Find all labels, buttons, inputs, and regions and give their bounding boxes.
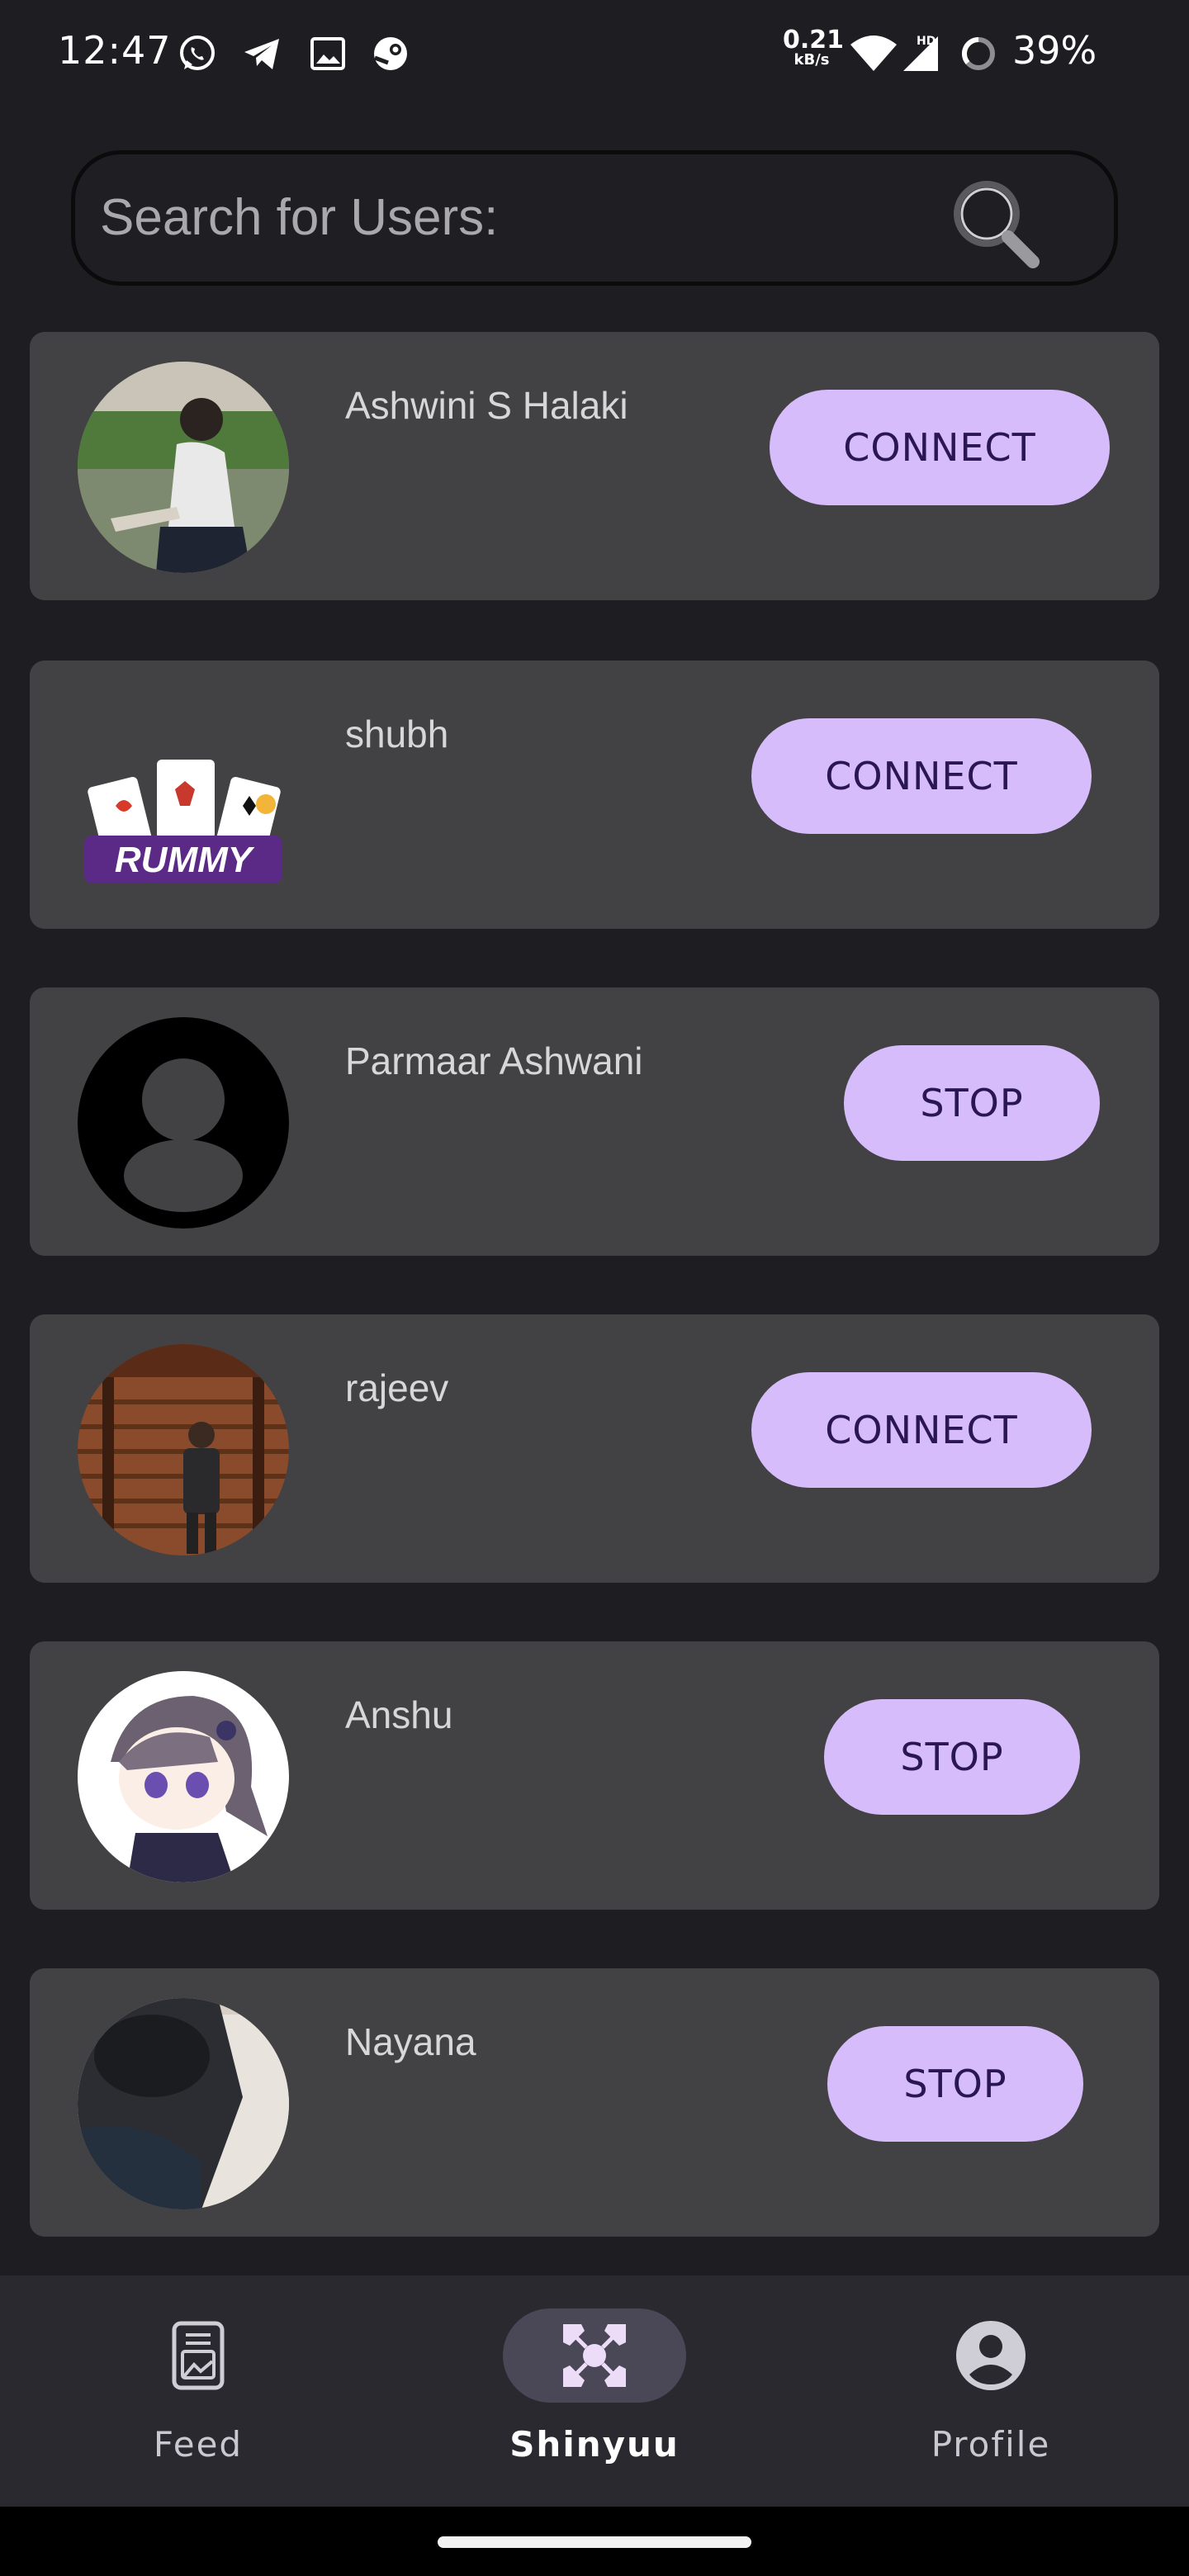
nav-item-profile[interactable]: Profile bbox=[793, 2275, 1189, 2507]
user-card: Nayana STOP bbox=[30, 1968, 1159, 2237]
nav-label-shinyuu: Shinyuu bbox=[509, 2424, 680, 2465]
user-name: Parmaar Ashwani bbox=[345, 1039, 643, 1082]
gallery-icon bbox=[310, 37, 345, 70]
avatar bbox=[78, 1998, 289, 2209]
search-bar[interactable] bbox=[71, 150, 1118, 286]
user-name: shubh bbox=[345, 713, 449, 755]
shinyuu-icon bbox=[563, 2324, 626, 2387]
user-card: Parmaar Ashwani STOP bbox=[30, 987, 1159, 1256]
stop-button[interactable]: STOP bbox=[844, 1045, 1100, 1161]
nav-item-feed[interactable]: Feed bbox=[0, 2275, 396, 2507]
home-gesture-handle[interactable] bbox=[438, 2536, 751, 2548]
steam-icon bbox=[374, 37, 407, 70]
whatsapp-icon bbox=[180, 36, 215, 70]
search-input[interactable] bbox=[100, 184, 926, 250]
battery-saver-icon bbox=[961, 36, 995, 70]
user-name: Nayana bbox=[345, 2020, 476, 2063]
avatar bbox=[78, 1671, 289, 1882]
connect-button[interactable]: CONNECT bbox=[751, 1372, 1092, 1488]
telegram-icon bbox=[244, 39, 279, 69]
nav-label-feed: Feed bbox=[153, 2424, 244, 2465]
avatar bbox=[78, 362, 289, 573]
user-card: Ashwini S Halaki CONNECT bbox=[30, 332, 1159, 600]
bottom-navigation: Feed Shinyuu Profile bbox=[0, 2275, 1189, 2507]
user-name: Anshu bbox=[345, 1693, 453, 1736]
battery-percent: 39% bbox=[1012, 28, 1097, 73]
stop-button[interactable]: STOP bbox=[824, 1699, 1080, 1815]
nav-label-profile: Profile bbox=[931, 2424, 1051, 2465]
avatar bbox=[78, 1344, 289, 1556]
avatar bbox=[78, 1017, 289, 1229]
network-speed: 0.21 kB/s bbox=[783, 26, 845, 69]
search-icon[interactable] bbox=[940, 173, 1048, 272]
avatar: RUMMY bbox=[78, 690, 289, 902]
nav-item-shinyuu[interactable]: Shinyuu bbox=[396, 2275, 793, 2507]
network-hd-label: HD bbox=[917, 35, 936, 48]
gesture-navigation-bar bbox=[0, 2507, 1189, 2576]
feed-icon bbox=[172, 2321, 225, 2390]
svg-text:RUMMY: RUMMY bbox=[115, 840, 255, 880]
connect-button[interactable]: CONNECT bbox=[751, 718, 1092, 834]
signal-icon: HD bbox=[903, 35, 938, 71]
connect-button[interactable]: CONNECT bbox=[770, 390, 1110, 505]
user-card: Anshu STOP bbox=[30, 1641, 1159, 1910]
status-time: 12:47 bbox=[58, 28, 172, 73]
user-name: Ashwini S Halaki bbox=[345, 384, 628, 427]
user-name: rajeev bbox=[345, 1366, 449, 1409]
profile-icon bbox=[956, 2321, 1026, 2390]
wifi-icon bbox=[850, 36, 897, 71]
stop-button[interactable]: STOP bbox=[827, 2026, 1083, 2142]
user-card: rajeev CONNECT bbox=[30, 1314, 1159, 1583]
status-bar: 12:47 0.21 kB/s HD 39% bbox=[0, 0, 1189, 99]
user-card: RUMMY shubh CONNECT bbox=[30, 661, 1159, 929]
